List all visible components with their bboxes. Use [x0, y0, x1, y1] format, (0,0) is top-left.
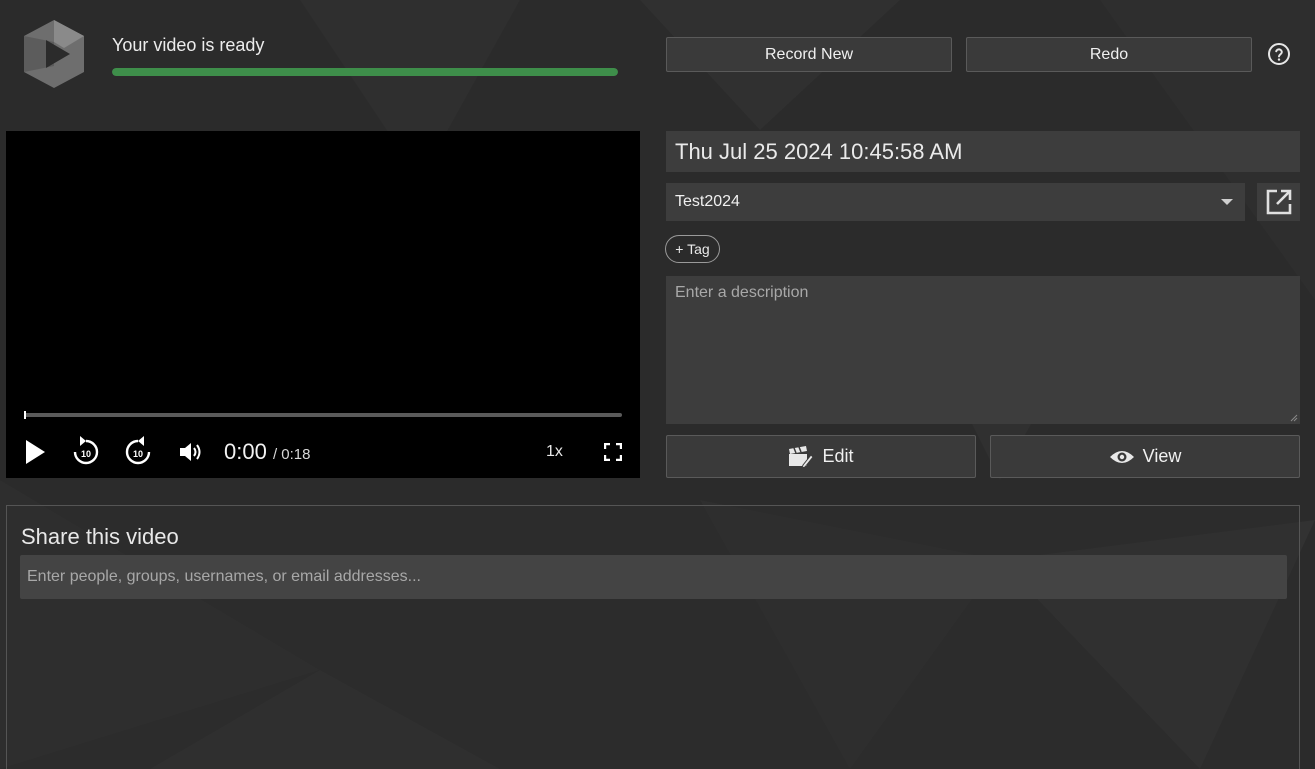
- upload-progress-bar: [112, 68, 618, 76]
- description-input[interactable]: Enter a description: [666, 276, 1300, 424]
- seek-bar[interactable]: [24, 413, 622, 417]
- chevron-down-icon: [1221, 199, 1233, 205]
- open-folder-button[interactable]: [1257, 183, 1300, 221]
- clapperboard-edit-icon: [789, 445, 815, 468]
- forward-icon: 10: [125, 436, 151, 465]
- folder-select-value: Test2024: [675, 193, 740, 210]
- add-tag-button[interactable]: + Tag: [665, 235, 720, 263]
- resize-handle-icon[interactable]: [1288, 412, 1298, 422]
- external-link-icon: [1266, 189, 1291, 215]
- redo-button[interactable]: Redo: [966, 37, 1252, 72]
- view-button-label: View: [1142, 446, 1182, 466]
- upload-progress-fill: [112, 68, 618, 76]
- forward-10-button[interactable]: 10: [122, 435, 154, 469]
- view-button[interactable]: View: [990, 435, 1300, 478]
- share-title: Share this video: [21, 524, 179, 549]
- rewind-10-button[interactable]: 10: [70, 435, 102, 469]
- play-button[interactable]: [20, 437, 50, 467]
- share-input-placeholder: Enter people, groups, usernames, or emai…: [27, 568, 421, 585]
- fullscreen-button[interactable]: [602, 441, 624, 463]
- help-circle-icon[interactable]: [1267, 42, 1291, 66]
- video-title-input[interactable]: Thu Jul 25 2024 10:45:58 AM: [666, 131, 1300, 172]
- app-logo: [24, 20, 84, 88]
- video-player[interactable]: 10 10 0:00 / 0:18 1x: [6, 131, 640, 478]
- volume-icon: [180, 443, 201, 461]
- volume-button[interactable]: [176, 437, 206, 467]
- play-icon: [26, 440, 45, 464]
- time-display: 0:00 / 0:18: [224, 439, 310, 465]
- folder-select[interactable]: Test2024: [666, 183, 1245, 221]
- share-recipients-input[interactable]: Enter people, groups, usernames, or emai…: [20, 555, 1287, 599]
- eye-icon: [1109, 450, 1134, 463]
- svg-text:10: 10: [81, 449, 91, 459]
- share-panel: Share this video Enter people, groups, u…: [6, 505, 1300, 769]
- playback-speed-button[interactable]: 1x: [546, 443, 563, 461]
- svg-text:10: 10: [133, 449, 143, 459]
- fullscreen-icon: [604, 443, 622, 461]
- current-time: 0:00: [224, 439, 267, 464]
- record-new-button[interactable]: Record New: [666, 37, 952, 72]
- description-placeholder: Enter a description: [675, 284, 809, 301]
- duration: / 0:18: [272, 446, 311, 463]
- edit-button[interactable]: Edit: [666, 435, 976, 478]
- edit-button-label: Edit: [822, 446, 854, 466]
- status-text: Your video is ready: [112, 35, 265, 55]
- rewind-icon: 10: [73, 436, 99, 465]
- seek-handle[interactable]: [24, 411, 26, 419]
